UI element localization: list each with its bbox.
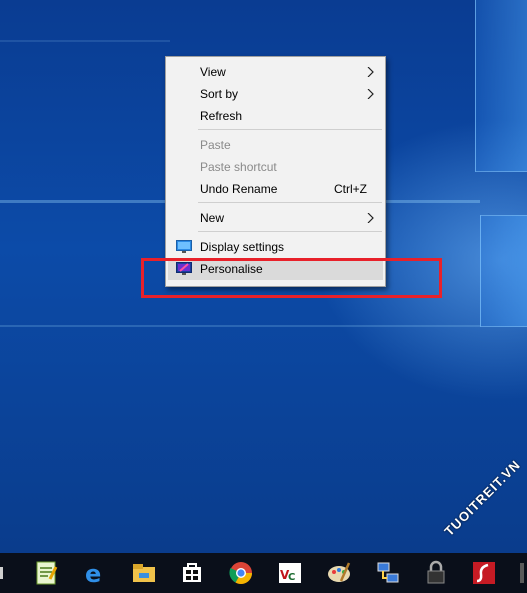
- taskbar-edge: [520, 563, 524, 583]
- menu-item-label: Paste shortcut: [200, 160, 277, 174]
- paint-icon[interactable]: [325, 559, 353, 587]
- menu-separator: [198, 202, 382, 203]
- wallpaper-pane: [480, 215, 527, 327]
- menu-item-new[interactable]: New: [168, 207, 383, 229]
- highlight-box: [141, 258, 442, 298]
- menu-item-paste: Paste: [168, 134, 383, 156]
- wallpaper-pane: [475, 0, 527, 172]
- menu-item-refresh[interactable]: Refresh: [168, 105, 383, 127]
- taskbar-edge: [0, 567, 3, 579]
- network-icon[interactable]: [374, 559, 402, 587]
- menu-item-shortcut: Ctrl+Z: [334, 182, 367, 196]
- display-settings-icon: [176, 240, 192, 253]
- menu-item-label: Undo Rename: [200, 182, 278, 196]
- store-icon[interactable]: [178, 559, 206, 587]
- lock-icon[interactable]: [422, 559, 450, 587]
- chevron-right-icon: [367, 89, 374, 99]
- svg-text:C: C: [288, 572, 295, 583]
- menu-separator: [198, 129, 382, 130]
- file-explorer-icon[interactable]: [130, 559, 158, 587]
- chevron-right-icon: [367, 213, 374, 223]
- menu-item-label: Display settings: [200, 240, 285, 254]
- svg-text:e: e: [85, 560, 101, 587]
- menu-item-display-settings[interactable]: Display settings: [168, 236, 383, 258]
- edge-icon[interactable]: e: [81, 559, 109, 587]
- menu-separator: [198, 231, 382, 232]
- menu-item-undo-rename[interactable]: Undo Rename Ctrl+Z: [168, 178, 383, 200]
- chevron-right-icon: [367, 67, 374, 77]
- wallpaper-beam: [0, 40, 170, 42]
- menu-item-label: View: [200, 65, 226, 79]
- menu-item-label: Refresh: [200, 109, 243, 123]
- taskbar: e V C: [0, 553, 527, 593]
- menu-item-paste-shortcut: Paste shortcut: [168, 156, 383, 178]
- menu-item-view[interactable]: View: [168, 61, 383, 83]
- chrome-icon[interactable]: [227, 559, 255, 587]
- desktop-context-menu: View Sort by Refresh Paste Paste shortcu…: [165, 56, 386, 287]
- notepad-plus-icon[interactable]: [32, 559, 60, 587]
- wallpaper-beam: [0, 325, 480, 327]
- vnc-icon[interactable]: V C: [276, 559, 304, 587]
- menu-item-label: New: [200, 211, 225, 225]
- menu-item-label: Sort by: [200, 87, 239, 101]
- menu-item-sort-by[interactable]: Sort by: [168, 83, 383, 105]
- flash-icon[interactable]: [470, 559, 498, 587]
- menu-item-label: Paste: [200, 138, 231, 152]
- watermark: TUOITREIT.VN: [441, 456, 524, 539]
